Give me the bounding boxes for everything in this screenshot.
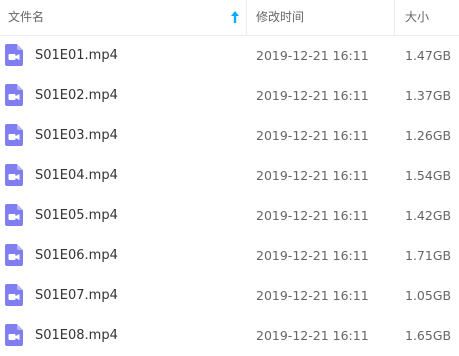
file-modified-time: 2019-12-21 16:11 [256,48,369,63]
column-header-name-label: 文件名 [8,10,45,24]
file-name[interactable]: S01E06.mp4 [35,236,118,276]
file-row[interactable]: S01E01.mp4 2019-12-21 16:11 1.47GB [0,36,459,76]
file-name[interactable]: S01E07.mp4 [35,276,118,316]
file-modified-time: 2019-12-21 16:11 [256,208,369,223]
video-file-icon [5,124,23,146]
file-row[interactable]: S01E07.mp4 2019-12-21 16:11 1.05GB [0,276,459,316]
file-size: 1.47GB [405,48,452,63]
file-row[interactable]: S01E08.mp4 2019-12-21 16:11 1.65GB [0,316,459,356]
column-header-modified-time-label: 修改时间 [256,10,305,24]
file-modified-time: 2019-12-21 16:11 [256,288,369,303]
file-name[interactable]: S01E04.mp4 [35,156,118,196]
file-size: 1.26GB [405,128,452,143]
file-row[interactable]: S01E05.mp4 2019-12-21 16:11 1.42GB [0,196,459,236]
file-modified-time: 2019-12-21 16:11 [256,328,369,343]
video-file-icon [5,204,23,226]
file-size: 1.54GB [405,168,452,183]
file-rows: S01E01.mp4 2019-12-21 16:11 1.47GB S01E02.m… [0,36,459,356]
file-name[interactable]: S01E05.mp4 [35,196,118,236]
file-modified-time: 2019-12-21 16:11 [256,248,369,263]
file-list-header: 文件名 修改时间 大小 [0,0,459,36]
file-modified-time: 2019-12-21 16:11 [256,168,369,183]
file-row[interactable]: S01E06.mp4 2019-12-21 16:11 1.71GB [0,236,459,276]
file-modified-time: 2019-12-21 16:11 [256,88,369,103]
file-name[interactable]: S01E08.mp4 [35,316,118,356]
video-file-icon [5,44,23,66]
file-size: 1.05GB [405,288,452,303]
video-file-icon [5,84,23,106]
file-list: 文件名 修改时间 大小 S01E01.mp4 2019-12-21 16:11 1.… [0,0,459,349]
sort-ascending-arrow-icon[interactable] [231,11,239,23]
file-row[interactable]: S01E02.mp4 2019-12-21 16:11 1.37GB [0,76,459,116]
video-file-icon [5,324,23,346]
file-row[interactable]: S01E04.mp4 2019-12-21 16:11 1.54GB [0,156,459,196]
file-name[interactable]: S01E01.mp4 [35,36,118,76]
file-size: 1.37GB [405,88,452,103]
column-header-modified-time[interactable]: 修改时间 [247,0,395,35]
video-file-icon [5,284,23,306]
file-size: 1.42GB [405,208,452,223]
video-file-icon [5,164,23,186]
column-header-size[interactable]: 大小 [395,0,459,35]
file-size: 1.71GB [405,248,452,263]
video-file-icon [5,244,23,266]
column-header-name[interactable]: 文件名 [0,0,247,35]
file-modified-time: 2019-12-21 16:11 [256,128,369,143]
file-size: 1.65GB [405,328,452,343]
file-row[interactable]: S01E03.mp4 2019-12-21 16:11 1.26GB [0,116,459,156]
file-name[interactable]: S01E03.mp4 [35,116,118,156]
column-header-size-label: 大小 [405,10,430,24]
file-name[interactable]: S01E02.mp4 [35,76,118,116]
